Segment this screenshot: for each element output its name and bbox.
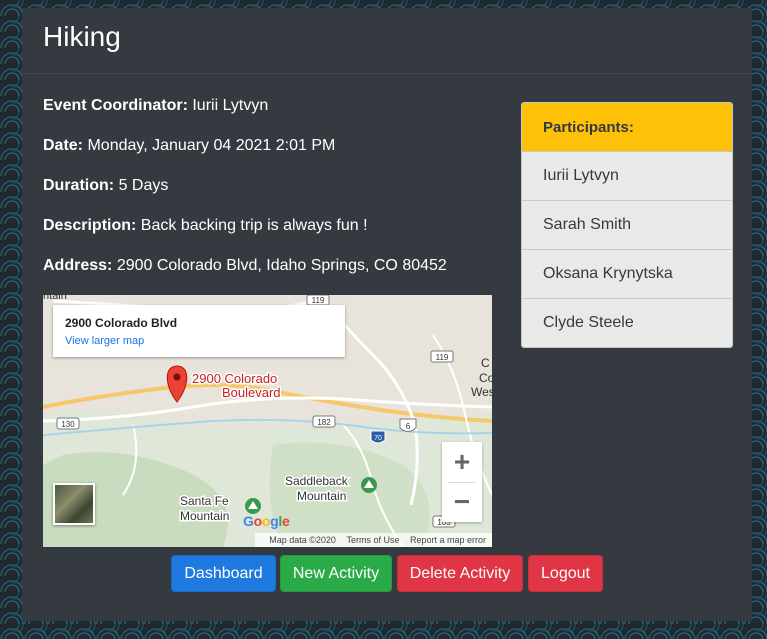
colorado-west-label-3: Wes bbox=[471, 385, 492, 399]
participant-item: Sarah Smith bbox=[522, 201, 732, 250]
colorado-west-label-1: C bbox=[481, 356, 490, 370]
description-row: Description: Back backing trip is always… bbox=[43, 214, 493, 254]
route-shield: 6 bbox=[399, 418, 417, 432]
participants-list: Participants: Iurii Lytvyn Sarah Smith O… bbox=[521, 102, 733, 348]
svg-text:119: 119 bbox=[312, 296, 325, 305]
colorado-west-label-2: Co bbox=[479, 371, 492, 385]
marker-label-line1: 2900 Colorado bbox=[192, 371, 277, 386]
embedded-map[interactable]: 2900 Colorado Boulevard Santa Fe Mountai… bbox=[43, 295, 492, 547]
address-row: Address: 2900 Colorado Blvd, Idaho Sprin… bbox=[43, 254, 493, 294]
view-larger-map-link[interactable]: View larger map bbox=[65, 335, 333, 348]
logout-button[interactable]: Logout bbox=[528, 555, 603, 592]
event-card: Hiking Event Coordinator: Iurii Lytvyn D… bbox=[22, 8, 752, 621]
description-label: Description: bbox=[43, 217, 137, 234]
tain-label: ntain bbox=[43, 295, 67, 302]
svg-text:70: 70 bbox=[374, 435, 382, 442]
card-header: Hiking bbox=[22, 8, 752, 74]
route-shield: 130 bbox=[56, 417, 80, 430]
date-row: Date: Monday, January 04 2021 2:01 PM bbox=[43, 134, 493, 174]
participant-item: Oksana Krynytska bbox=[522, 250, 732, 299]
action-buttons: Dashboard New Activity Delete Activity L… bbox=[22, 555, 752, 593]
duration-row: Duration: 5 Days bbox=[43, 174, 493, 214]
svg-text:182: 182 bbox=[317, 418, 331, 427]
date-label: Date: bbox=[43, 137, 84, 154]
address-value: 2900 Colorado Blvd, Idaho Springs, CO 80… bbox=[116, 257, 447, 274]
svg-text:6: 6 bbox=[406, 422, 411, 431]
report-map-error-link[interactable]: Report a map error bbox=[410, 535, 486, 545]
svg-text:130: 130 bbox=[61, 420, 75, 429]
google-logo: Google bbox=[243, 513, 290, 529]
new-activity-button[interactable]: New Activity bbox=[280, 555, 392, 592]
zoom-in-button[interactable]: + bbox=[442, 442, 482, 482]
date-value: Monday, January 04 2021 2:01 PM bbox=[87, 137, 336, 154]
coordinator-label: Event Coordinator: bbox=[43, 97, 188, 114]
map-place-title: 2900 Colorado Blvd bbox=[65, 316, 178, 330]
participant-item: Iurii Lytvyn bbox=[522, 152, 732, 201]
terms-of-use-link[interactable]: Terms of Use bbox=[346, 535, 399, 545]
participants-header: Participants: bbox=[522, 103, 732, 152]
route-shield: 182 bbox=[312, 415, 336, 428]
zoom-out-button[interactable]: − bbox=[442, 482, 482, 522]
saddleback-label-2: Mountain bbox=[297, 489, 346, 503]
coordinator-row: Event Coordinator: Iurii Lytvyn bbox=[43, 94, 493, 134]
svg-text:119: 119 bbox=[436, 353, 449, 362]
coordinator-value: Iurii Lytvyn bbox=[192, 97, 269, 114]
description-value: Back backing trip is always fun ! bbox=[140, 217, 368, 234]
dashboard-button[interactable]: Dashboard bbox=[171, 555, 276, 592]
zoom-divider bbox=[448, 482, 476, 483]
marker-label-line2: Boulevard bbox=[222, 385, 281, 400]
map-attribution: Map data ©2020 Terms of Use Report a map… bbox=[255, 533, 492, 547]
page-title: Hiking bbox=[43, 21, 121, 52]
route-shield: 119 bbox=[430, 350, 454, 363]
duration-label: Duration: bbox=[43, 177, 115, 194]
map-data-text: Map data ©2020 bbox=[269, 535, 336, 545]
participant-item: Clyde Steele bbox=[522, 299, 732, 347]
santa-fe-label-1: Santa Fe bbox=[180, 494, 229, 508]
zoom-control: + − bbox=[442, 442, 482, 522]
delete-activity-button[interactable]: Delete Activity bbox=[397, 555, 523, 592]
map-place-card: 2900 Colorado Blvd View larger map bbox=[53, 305, 345, 357]
event-details: Event Coordinator: Iurii Lytvyn Date: Mo… bbox=[43, 94, 493, 294]
interstate-shield: 70 bbox=[370, 430, 386, 444]
duration-value: 5 Days bbox=[118, 177, 169, 194]
saddleback-label-1: Saddleback bbox=[285, 474, 349, 488]
route-shield: 119 bbox=[306, 295, 330, 306]
address-label: Address: bbox=[43, 257, 113, 274]
satellite-toggle[interactable] bbox=[53, 483, 95, 525]
santa-fe-label-2: Mountain bbox=[180, 509, 229, 523]
